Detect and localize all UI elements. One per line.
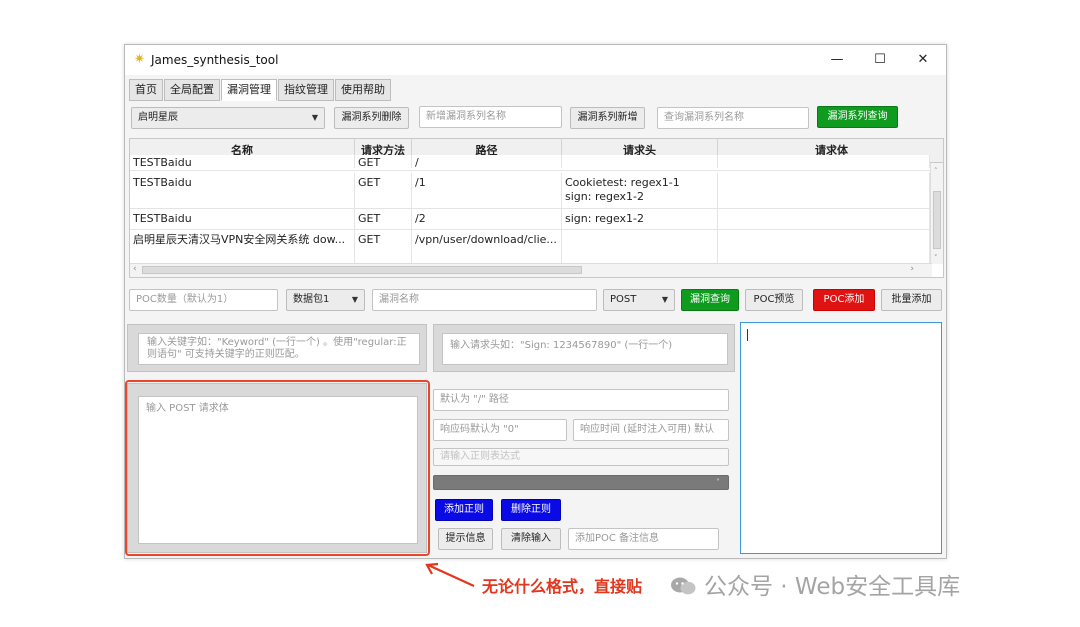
cell-path: /vpn/user/download/clie... xyxy=(412,230,562,265)
response-time-input[interactable]: 响应时间 (延时注入可用) 默认 xyxy=(573,419,729,441)
arrow-icon xyxy=(425,562,475,588)
output-textarea[interactable] xyxy=(740,322,942,554)
minimize-button[interactable]: — xyxy=(827,50,847,70)
delete-series-button[interactable]: 漏洞系列删除 xyxy=(334,107,409,129)
poc-note-input[interactable]: 添加POC 备注信息 xyxy=(568,528,719,550)
cell-header xyxy=(562,230,718,265)
chevron-down-icon: ˅ xyxy=(716,478,720,487)
table-row[interactable]: 启明星辰天清汉马VPN安全网关系统 dow... GET /vpn/user/d… xyxy=(130,230,930,266)
poc-count-input[interactable]: POC数量（默认为1） xyxy=(129,289,278,311)
scrollbar-thumb[interactable] xyxy=(142,266,582,274)
series-select[interactable]: 启明星辰 ▼ xyxy=(131,107,325,129)
query-series-input[interactable]: 查询漏洞系列名称 xyxy=(657,107,809,129)
chevron-down-icon: ▼ xyxy=(311,113,318,122)
cell-method: GET xyxy=(355,230,412,265)
tab-help[interactable]: 使用帮助 xyxy=(335,79,391,101)
scrollbar-thumb[interactable] xyxy=(933,191,941,249)
delete-regex-button[interactable]: 删除正则 xyxy=(501,499,561,521)
series-select-value: 启明星辰 xyxy=(138,112,178,123)
cell-body xyxy=(718,209,930,229)
packet-select[interactable]: 数据包1 ▼ xyxy=(286,289,365,311)
tab-global-config[interactable]: 全局配置 xyxy=(164,79,220,101)
main-tabs: 首页 全局配置 漏洞管理 指纹管理 使用帮助 xyxy=(129,79,391,101)
header-textarea[interactable]: 输入请求头如："Sign: 1234567890" (一行一个) xyxy=(442,333,728,365)
cell-path: / xyxy=(412,155,562,168)
cell-body xyxy=(718,230,930,265)
scroll-right-icon[interactable]: › xyxy=(910,264,914,274)
table-row[interactable]: TESTBaidu GET /1 Cookietest: regex1-1 si… xyxy=(130,173,930,209)
highlight-box xyxy=(125,380,430,556)
vuln-name-input[interactable]: 漏洞名称 xyxy=(372,289,597,311)
title-bar: ✷ James_synthesis_tool — ☐ ✕ xyxy=(125,45,946,75)
vuln-query-button[interactable]: 漏洞查询 xyxy=(681,289,739,311)
query-series-button[interactable]: 漏洞系列查询 xyxy=(817,106,898,128)
cell-name: TESTBaidu xyxy=(130,209,355,229)
cell-method: GET xyxy=(355,155,412,168)
tab-vuln-manage[interactable]: 漏洞管理 xyxy=(221,79,277,101)
table-vertical-scrollbar[interactable]: ˄ ˅ xyxy=(930,163,943,264)
maximize-button[interactable]: ☐ xyxy=(870,50,890,70)
new-series-input[interactable]: 新增漏洞系列名称 xyxy=(419,106,562,128)
keyword-textarea[interactable]: 输入关键字如："Keyword" (一行一个) 。使用"regular:正则语句… xyxy=(138,333,420,365)
wechat-icon xyxy=(670,576,696,596)
cell-method: GET xyxy=(355,209,412,229)
header-panel: 输入请求头如："Sign: 1234567890" (一行一个) xyxy=(433,324,735,372)
cell-name: TESTBaidu xyxy=(130,173,355,208)
packet-select-value: 数据包1 xyxy=(293,294,330,305)
cell-name: TESTBaidu xyxy=(130,155,355,168)
path-input[interactable]: 默认为 "/" 路径 xyxy=(433,389,729,411)
cell-header: sign: regex1-2 xyxy=(562,209,718,229)
method-select-value: POST xyxy=(610,294,637,305)
scroll-left-icon[interactable]: ‹ xyxy=(133,264,137,274)
table-row[interactable]: TESTBaidu GET /2 sign: regex1-2 xyxy=(130,209,930,230)
window-title: James_synthesis_tool xyxy=(151,53,279,67)
chevron-down-icon: ▼ xyxy=(661,295,668,304)
regex-list-select[interactable]: ˅ xyxy=(433,475,729,490)
table-horizontal-scrollbar[interactable]: ‹ › xyxy=(130,263,932,277)
method-select[interactable]: POST ▼ xyxy=(603,289,675,311)
add-series-button[interactable]: 漏洞系列新增 xyxy=(570,107,645,129)
annotation-text: 无论什么格式，直接贴 xyxy=(482,577,643,596)
cell-header: Cookietest: regex1-1 sign: regex1-2 xyxy=(562,173,718,208)
table-row[interactable]: TESTBaidu GET / xyxy=(130,155,930,171)
app-logo-icon: ✷ xyxy=(134,52,145,67)
close-button[interactable]: ✕ xyxy=(913,50,933,70)
scroll-down-icon[interactable]: ˅ xyxy=(934,254,938,262)
watermark-text: 公众号 · Web安全工具库 xyxy=(704,574,961,600)
regex-input[interactable]: 请输入正则表达式 xyxy=(433,448,729,466)
cell-body xyxy=(718,173,930,208)
poc-preview-button[interactable]: POC预览 xyxy=(745,289,803,311)
tab-fingerprint[interactable]: 指纹管理 xyxy=(278,79,334,101)
cell-name: 启明星辰天清汉马VPN安全网关系统 dow... xyxy=(130,230,355,265)
cell-path: /2 xyxy=(412,209,562,229)
clear-input-button[interactable]: 清除输入 xyxy=(501,528,561,550)
chevron-down-icon: ▼ xyxy=(351,295,358,304)
poc-add-button[interactable]: POC添加 xyxy=(813,289,875,311)
hint-info-button[interactable]: 提示信息 xyxy=(438,528,493,550)
add-regex-button[interactable]: 添加正则 xyxy=(435,499,493,521)
text-cursor xyxy=(747,329,748,341)
status-code-input[interactable]: 响应码默认为 "0" xyxy=(433,419,567,441)
batch-add-button[interactable]: 批量添加 xyxy=(881,289,942,311)
cell-path: /1 xyxy=(412,173,562,208)
keyword-panel: 输入关键字如："Keyword" (一行一个) 。使用"regular:正则语句… xyxy=(127,324,427,372)
cell-header xyxy=(562,155,718,168)
watermark: 公众号 · Web安全工具库 xyxy=(670,567,960,601)
tab-home[interactable]: 首页 xyxy=(129,79,163,101)
vuln-table: 名称 请求方法 路径 请求头 请求体 TESTBaidu GET / TESTB… xyxy=(129,138,944,278)
cell-body xyxy=(718,155,930,168)
cell-method: GET xyxy=(355,173,412,208)
scroll-up-icon[interactable]: ˄ xyxy=(934,167,938,175)
